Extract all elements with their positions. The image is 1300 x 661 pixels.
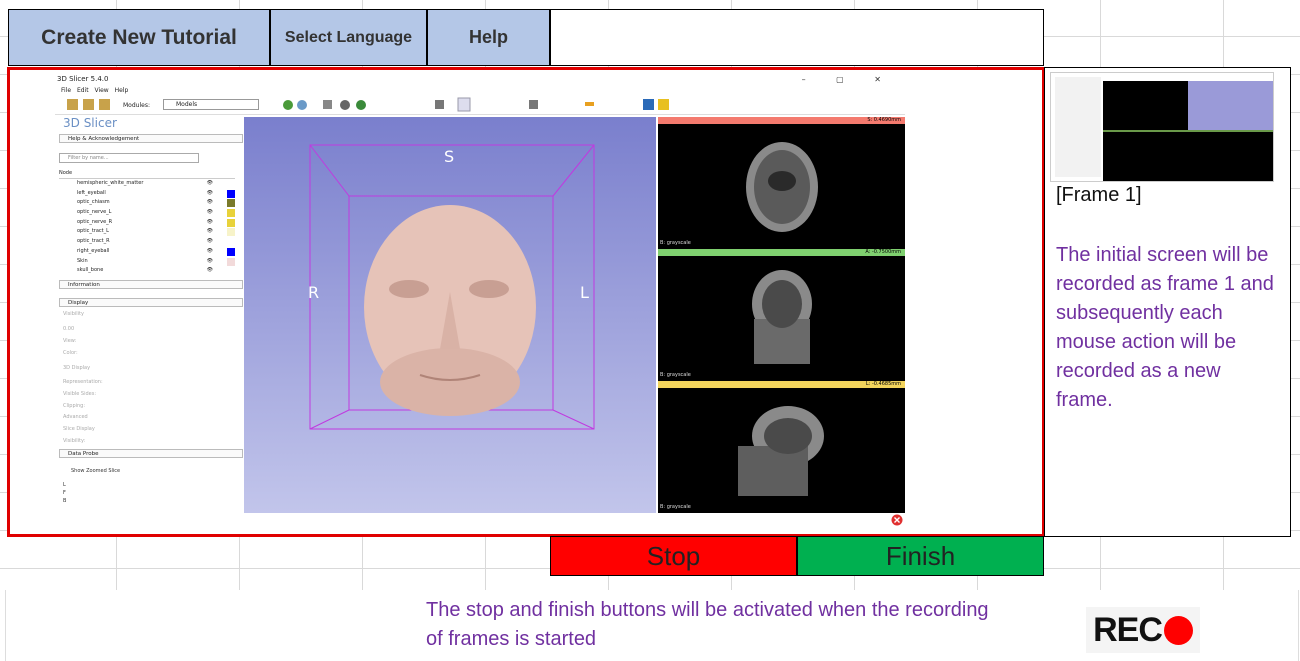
frame-description: The initial screen will be recorded as f… [1056, 244, 1274, 411]
slicer-window[interactable]: 3D Slicer 5.4.0 – ▢ ✕ File Edit View Hel… [55, 73, 905, 528]
slice-view-green[interactable]: A: -0.7500mm B: grayscale [658, 249, 905, 381]
toolbar-empty-cell [550, 9, 1044, 66]
slicer-title: 3D Slicer 5.4.0 [57, 75, 109, 83]
sagittal-slice-image [738, 406, 824, 496]
slice-views[interactable]: S: 0.4690mm B: grayscale A: -0.7500mm B:… [658, 117, 905, 513]
list-item[interactable]: right_eyeball 👁 [59, 247, 235, 257]
coronal-slice-image [752, 270, 812, 364]
list-item[interactable]: skull_bone 👁 [59, 266, 235, 276]
data-probe-section[interactable]: Data Probe [59, 449, 243, 458]
frame-title: [Frame 1] [1056, 184, 1142, 206]
finish-button[interactable]: Finish [797, 536, 1044, 576]
3d-view[interactable]: S R L [244, 117, 656, 513]
probe-f: F [63, 490, 66, 496]
list-item[interactable]: optic_nerve_R 👁 [59, 218, 235, 228]
list-item[interactable]: hemispheric_white_matter 👁 [59, 179, 235, 189]
visible-sides-label: Visible Sides: [63, 391, 97, 397]
node-list[interactable]: Node hemispheric_white_matter 👁 left_eyeb… [59, 170, 235, 276]
select-language-button[interactable]: Select Language [270, 9, 427, 66]
record-dot-icon [1163, 615, 1193, 645]
thumbnail-image [1051, 73, 1273, 181]
slice-label-yellow: B: grayscale [660, 504, 691, 510]
modules-label: Modules: [123, 102, 150, 109]
rec-label: REC [1093, 610, 1163, 649]
slice-visibility-label: Visibility: [63, 438, 86, 444]
help-button[interactable]: Help [427, 9, 550, 66]
color-label: Color: [63, 350, 78, 356]
module-select[interactable]: Models [163, 99, 259, 110]
filter-input[interactable]: Filter by name... [59, 153, 199, 163]
node-header: Node [59, 170, 235, 179]
rec-indicator: REC [1086, 607, 1200, 653]
visibility-label: Visibility [63, 311, 84, 317]
information-section[interactable]: Information [59, 280, 243, 289]
slice-view-yellow[interactable]: L: -0.4685mm B: grayscale [658, 381, 905, 513]
3d-display-label: 3D Display [63, 365, 91, 371]
stop-button[interactable]: Stop [550, 536, 797, 576]
orientation-left: L [580, 283, 589, 302]
bottom-note: The stop and finish buttons will be acti… [426, 599, 989, 650]
orientation-superior: S [444, 147, 455, 166]
close-circle-icon[interactable] [891, 514, 903, 526]
slice-display-label: Slice Display [63, 426, 95, 432]
view-label: View: [63, 338, 77, 344]
slice-label-red: B: grayscale [660, 240, 691, 246]
display-section[interactable]: Display [59, 298, 243, 307]
probe-b: B [63, 498, 67, 504]
list-item[interactable]: optic_tract_L 👁 [59, 227, 235, 237]
list-item[interactable]: optic_tract_R 👁 [59, 237, 235, 247]
probe-l: L [63, 482, 66, 488]
module-panel: 3D Slicer Help & Acknowledgement Filter … [57, 116, 243, 516]
window-controls[interactable]: – ▢ ✕ [802, 75, 895, 84]
representation-label: Representation: [63, 379, 103, 385]
head-render [309, 144, 595, 430]
slicer-menu-bar[interactable]: File Edit View Help [61, 87, 128, 94]
slicer-brand: 3D Slicer [63, 116, 117, 130]
advanced-label[interactable]: Advanced [63, 414, 88, 420]
opacity-value[interactable]: 0.00 [63, 326, 74, 332]
list-item[interactable]: left_eyeball 👁 [59, 189, 235, 199]
axial-slice-image [746, 142, 818, 232]
list-item[interactable]: optic_nerve_L 👁 [59, 208, 235, 218]
frame-thumbnail[interactable] [1050, 72, 1274, 182]
help-section[interactable]: Help & Acknowledgement [59, 134, 243, 143]
list-item[interactable]: optic_chiasm 👁 [59, 198, 235, 208]
create-new-tutorial-button[interactable]: Create New Tutorial [8, 9, 270, 66]
list-item[interactable]: Skin 👁 [59, 257, 235, 267]
show-zoomed-slice-checkbox[interactable]: Show Zoomed Slice [71, 468, 120, 474]
clipping-label: Clipping: [63, 403, 86, 409]
orientation-right: R [308, 283, 320, 302]
slice-label-green: B: grayscale [660, 372, 691, 378]
slice-view-red[interactable]: S: 0.4690mm B: grayscale [658, 117, 905, 249]
